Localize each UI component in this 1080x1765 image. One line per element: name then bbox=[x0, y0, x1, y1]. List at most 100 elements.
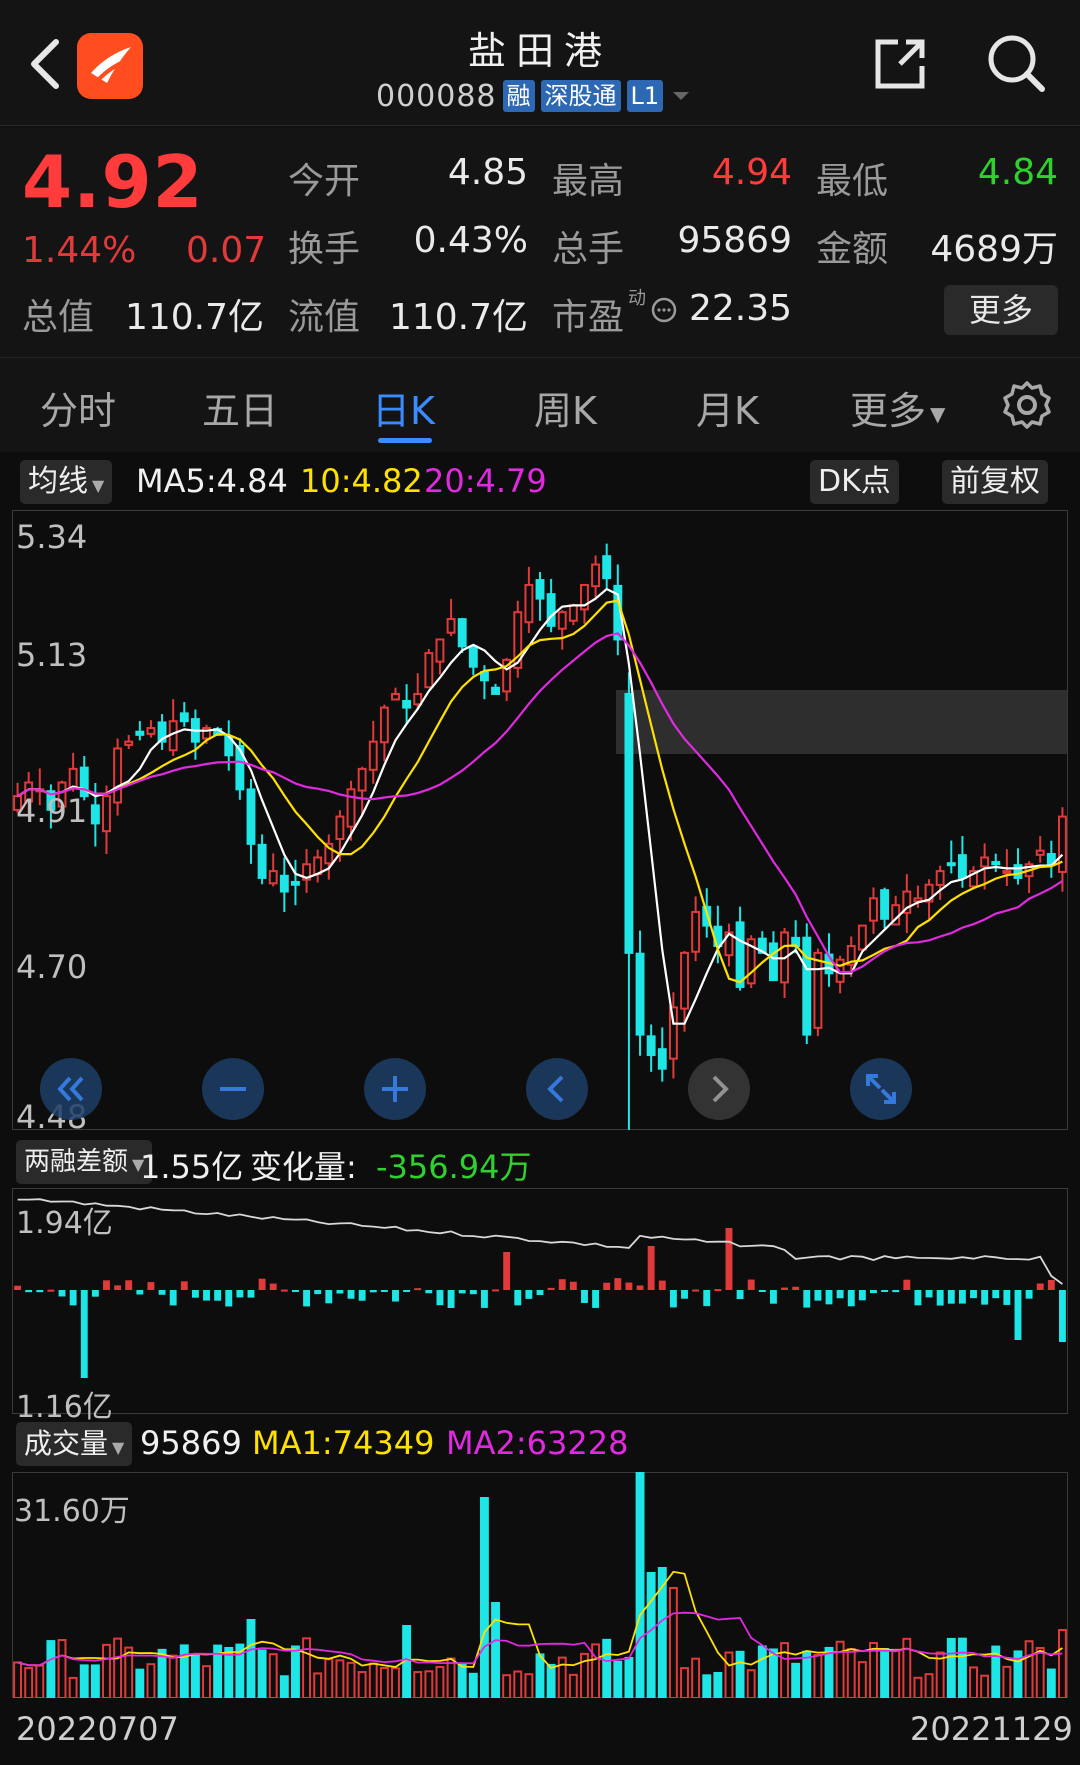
float-label: 流值 bbox=[288, 297, 361, 338]
margin-bar bbox=[258, 1278, 266, 1290]
tab-daily-k[interactable]: 日K bbox=[372, 380, 435, 435]
ma20-line bbox=[17, 632, 1063, 974]
candle-body bbox=[646, 1035, 656, 1057]
caret-down-icon[interactable] bbox=[669, 86, 693, 106]
info-circle-icon[interactable] bbox=[650, 296, 678, 324]
y-tick-top: 5.34 bbox=[16, 518, 88, 556]
volume-bar bbox=[113, 1637, 123, 1698]
amount-value: 4689万 bbox=[930, 229, 1058, 270]
margin-bar bbox=[592, 1290, 600, 1308]
fullscreen-button[interactable] bbox=[850, 1058, 912, 1120]
volume-bar bbox=[457, 1663, 467, 1698]
margin-bar bbox=[480, 1290, 488, 1308]
caret-down-icon: ▼ bbox=[92, 476, 105, 495]
candle-body bbox=[68, 767, 78, 789]
candle-body bbox=[102, 795, 111, 833]
candle-body bbox=[468, 645, 478, 668]
tab-intraday[interactable]: 分时 bbox=[40, 380, 116, 435]
volume-bar bbox=[335, 1659, 345, 1698]
candle-body bbox=[568, 604, 578, 622]
candle-body bbox=[424, 652, 434, 689]
margin-bar bbox=[169, 1290, 177, 1306]
tab-more-label: 更多 bbox=[850, 389, 927, 433]
more-quote-button[interactable]: 更多 bbox=[944, 285, 1058, 335]
turnover-value: 0.43% bbox=[413, 220, 528, 261]
margin-bar bbox=[881, 1290, 889, 1293]
stock-code-row[interactable]: 000088 融 深股通 L1 bbox=[376, 78, 693, 114]
float-value: 110.7亿 bbox=[388, 297, 528, 338]
volume-bar bbox=[735, 1650, 745, 1698]
volume-bar bbox=[946, 1637, 956, 1698]
y-tick-4: 4.70 bbox=[16, 948, 88, 986]
candle-body bbox=[1035, 849, 1045, 856]
volume-bar bbox=[957, 1637, 967, 1698]
candle-body bbox=[90, 804, 100, 825]
candle-body bbox=[279, 874, 289, 893]
margin-bar bbox=[814, 1290, 822, 1301]
chevron-left-icon bbox=[547, 1075, 564, 1103]
margin-bar bbox=[14, 1285, 22, 1290]
volume-bar bbox=[135, 1668, 145, 1698]
margin-chart[interactable] bbox=[12, 1188, 1068, 1414]
margin-bar bbox=[203, 1290, 210, 1301]
volume-indicator-select[interactable]: 成交量 ▼ bbox=[16, 1422, 133, 1466]
tab-five-day[interactable]: 五日 bbox=[202, 380, 278, 435]
candle-body bbox=[880, 889, 890, 920]
scroll-right-button[interactable] bbox=[688, 1058, 750, 1120]
margin-bar bbox=[870, 1290, 877, 1294]
kline-chart[interactable] bbox=[12, 510, 1068, 1130]
margin-bar bbox=[970, 1290, 977, 1299]
zoom-in-button[interactable] bbox=[364, 1058, 426, 1120]
candle-body bbox=[680, 951, 689, 1010]
volume-bar bbox=[13, 1661, 23, 1698]
volume-bar bbox=[302, 1637, 312, 1698]
tab-more[interactable]: 更多 ▼ bbox=[850, 380, 945, 435]
margin-bar bbox=[958, 1290, 966, 1304]
scroll-left-button[interactable] bbox=[526, 1058, 588, 1120]
candle-body bbox=[357, 767, 367, 792]
margin-bar bbox=[681, 1290, 688, 1299]
volume-bar bbox=[524, 1673, 534, 1698]
margin-bar bbox=[847, 1290, 855, 1307]
margin-bar bbox=[91, 1290, 99, 1297]
open-label: 今开 bbox=[288, 161, 361, 202]
margin-change-label: 变化量: bbox=[250, 1148, 357, 1186]
tab-monthly-k[interactable]: 月K bbox=[696, 380, 759, 435]
candle-body bbox=[435, 638, 445, 663]
volume-bar bbox=[1035, 1647, 1045, 1698]
ma-indicator-select[interactable]: 均线 ▼ bbox=[20, 460, 113, 504]
volume-bar bbox=[468, 1672, 478, 1698]
volume-bar bbox=[702, 1674, 712, 1698]
volume-bar bbox=[969, 1666, 978, 1698]
margin-bar bbox=[703, 1290, 711, 1307]
dk-point-button[interactable]: DK点 bbox=[810, 460, 899, 504]
volume-chart[interactable] bbox=[12, 1472, 1068, 1698]
margin-bar bbox=[825, 1290, 833, 1305]
tab-weekly-k[interactable]: 周K bbox=[534, 380, 597, 435]
margin-bar bbox=[836, 1290, 844, 1299]
candle-body bbox=[346, 788, 356, 828]
volume-bar bbox=[313, 1672, 323, 1698]
scroll-left-fast-button[interactable] bbox=[40, 1058, 102, 1120]
app-header: 盐田港 000088 融 深股通 L1 bbox=[0, 0, 1080, 126]
margin-indicator-select[interactable]: 两融差额 ▼ bbox=[16, 1140, 153, 1184]
search-icon[interactable] bbox=[985, 32, 1047, 94]
zoom-out-button[interactable] bbox=[202, 1058, 264, 1120]
volume-bar bbox=[513, 1670, 523, 1698]
margin-bar bbox=[458, 1290, 466, 1294]
margin-bar bbox=[425, 1290, 433, 1294]
volume-bar bbox=[146, 1663, 156, 1698]
volume-bar bbox=[46, 1640, 56, 1698]
margin-bar bbox=[336, 1290, 344, 1294]
gear-icon[interactable] bbox=[1002, 380, 1052, 430]
margin-bar bbox=[492, 1289, 499, 1292]
margin-bar bbox=[136, 1290, 144, 1295]
volume-bar bbox=[835, 1640, 845, 1698]
amount-label: 金额 bbox=[816, 229, 889, 270]
volume-bar bbox=[102, 1643, 111, 1698]
adjust-button[interactable]: 前复权 bbox=[942, 460, 1048, 504]
share-icon[interactable] bbox=[870, 34, 930, 94]
candle-body bbox=[491, 686, 500, 695]
volume-bar bbox=[24, 1667, 34, 1698]
volume-bar bbox=[291, 1645, 300, 1698]
